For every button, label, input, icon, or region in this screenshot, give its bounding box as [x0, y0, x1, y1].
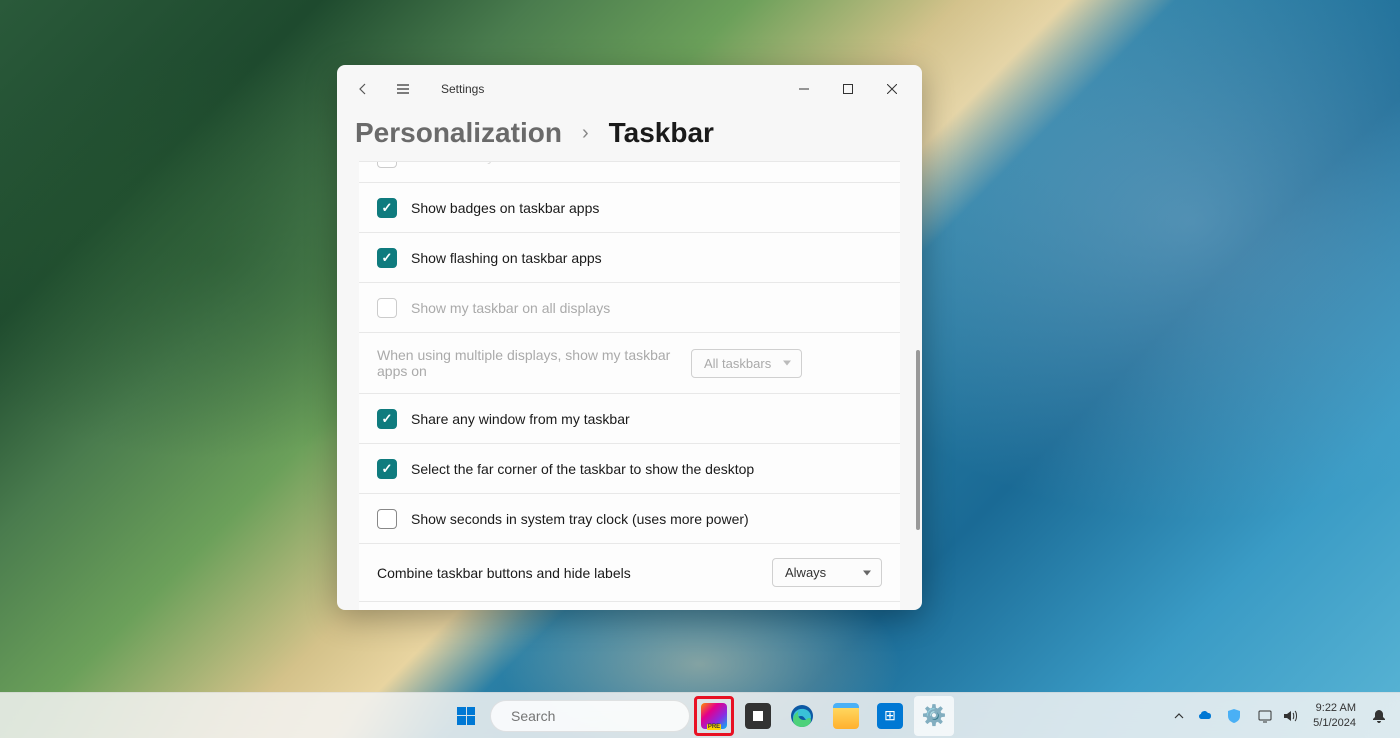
- clock-date: 5/1/2024: [1313, 716, 1356, 730]
- label-multi-display: When using multiple displays, show my ta…: [377, 347, 677, 379]
- setting-multi-display-apps: When using multiple displays, show my ta…: [359, 333, 900, 394]
- hamburger-menu-button[interactable]: [385, 71, 421, 107]
- close-button[interactable]: [870, 73, 914, 105]
- label-auto-hide: Automatically hide the taskbar: [411, 161, 882, 164]
- setting-flashing: Show flashing on taskbar apps: [359, 233, 900, 283]
- tray-overflow[interactable]: [1167, 696, 1191, 736]
- checkbox-share-window[interactable]: [377, 409, 397, 429]
- tray-quick-settings[interactable]: [1249, 696, 1305, 736]
- breadcrumb: Personalization › Taskbar: [337, 113, 922, 161]
- label-share-window: Share any window from my taskbar: [411, 411, 882, 427]
- label-all-displays: Show my taskbar on all displays: [411, 300, 882, 316]
- setting-combine-buttons: Combine taskbar buttons and hide labels …: [359, 544, 900, 602]
- volume-icon: [1281, 708, 1297, 724]
- settings-content: Automatically hide the taskbar Show badg…: [337, 161, 922, 610]
- checkbox-all-displays: [377, 298, 397, 318]
- dropdown-multi-display: All taskbars: [691, 349, 802, 378]
- gear-icon: ⚙️: [922, 703, 947, 728]
- checkbox-badges[interactable]: [377, 198, 397, 218]
- tray-onedrive-icon[interactable]: [1193, 696, 1219, 736]
- label-seconds: Show seconds in system tray clock (uses …: [411, 511, 882, 527]
- checkbox-flashing[interactable]: [377, 248, 397, 268]
- tray-security-icon[interactable]: [1221, 696, 1247, 736]
- setting-combine-other: Combine taskbar buttons and hide labels …: [359, 602, 900, 610]
- breadcrumb-current: Taskbar: [609, 117, 714, 149]
- window-title: Settings: [441, 82, 484, 96]
- taskbar-app-copilot-preview[interactable]: PRE: [694, 696, 734, 736]
- edge-icon: [789, 703, 815, 729]
- start-button[interactable]: [446, 696, 486, 736]
- taskbar-app-explorer[interactable]: [826, 696, 866, 736]
- checkbox-auto-hide[interactable]: [377, 161, 397, 168]
- label-badges: Show badges on taskbar apps: [411, 200, 882, 216]
- setting-far-corner: Select the far corner of the taskbar to …: [359, 444, 900, 494]
- taskbar: 🌷 PRE ⊞ ⚙️: [0, 692, 1400, 738]
- setting-all-displays: Show my taskbar on all displays: [359, 283, 900, 333]
- setting-badges: Show badges on taskbar apps: [359, 183, 900, 233]
- minimize-button[interactable]: [782, 73, 826, 105]
- network-icon: [1257, 708, 1273, 724]
- store-icon: ⊞: [877, 703, 903, 729]
- system-tray: 9:22 AM 5/1/2024: [1167, 693, 1394, 738]
- bell-icon: [1371, 708, 1387, 724]
- taskbar-app-taskview[interactable]: [738, 696, 778, 736]
- label-combine: Combine taskbar buttons and hide labels: [377, 565, 758, 581]
- checkbox-seconds[interactable]: [377, 509, 397, 529]
- checkbox-far-corner[interactable]: [377, 459, 397, 479]
- setting-seconds-clock: Show seconds in system tray clock (uses …: [359, 494, 900, 544]
- taskbar-app-edge[interactable]: [782, 696, 822, 736]
- taskbar-search[interactable]: 🌷: [490, 700, 690, 732]
- settings-window: Settings Personalization › Taskbar: [337, 65, 922, 610]
- label-flashing: Show flashing on taskbar apps: [411, 250, 882, 266]
- setting-share-window: Share any window from my taskbar: [359, 394, 900, 444]
- windows-icon: [457, 707, 475, 725]
- chevron-right-icon: ›: [582, 122, 589, 145]
- search-input[interactable]: [511, 708, 692, 724]
- maximize-button[interactable]: [826, 73, 870, 105]
- taskbar-app-store[interactable]: ⊞: [870, 696, 910, 736]
- taskbar-app-settings[interactable]: ⚙️: [914, 696, 954, 736]
- setting-auto-hide: Automatically hide the taskbar: [359, 161, 900, 183]
- folder-icon: [833, 703, 859, 729]
- titlebar: Settings: [337, 65, 922, 113]
- clock-time: 9:22 AM: [1316, 701, 1356, 715]
- label-far-corner: Select the far corner of the taskbar to …: [411, 461, 882, 477]
- desktop-wallpaper: Settings Personalization › Taskbar: [0, 0, 1400, 738]
- scrollbar[interactable]: [916, 350, 920, 530]
- back-button[interactable]: [345, 71, 381, 107]
- dropdown-combine[interactable]: Always: [772, 558, 882, 587]
- notifications-button[interactable]: [1364, 696, 1394, 736]
- taskbar-clock[interactable]: 9:22 AM 5/1/2024: [1307, 701, 1362, 730]
- breadcrumb-parent[interactable]: Personalization: [355, 117, 562, 149]
